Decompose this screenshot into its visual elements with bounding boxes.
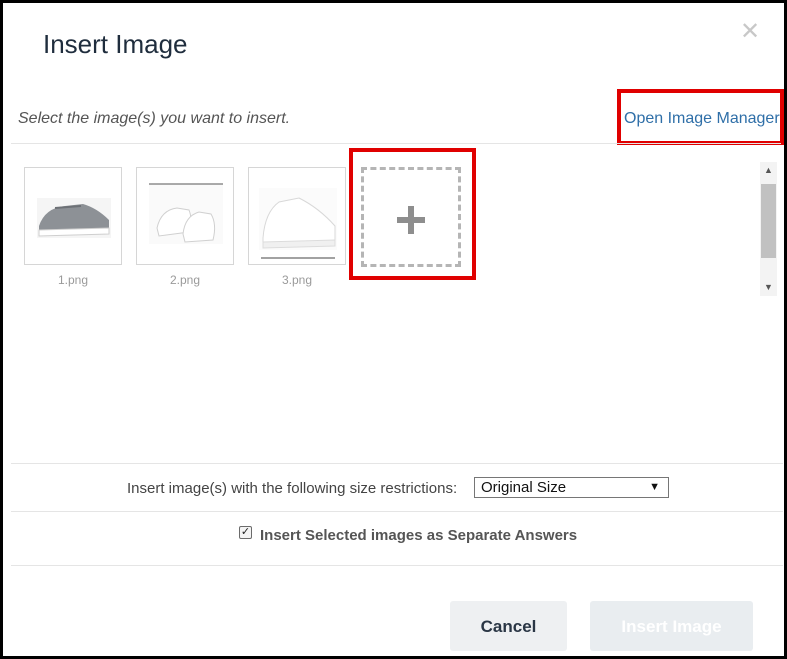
insert-image-button[interactable]: Insert Image	[590, 601, 753, 651]
image-thumbnail-3-label: 3.png	[281, 273, 313, 287]
image-thumbnail-1-label: 1.png	[57, 273, 89, 287]
size-selected-value: Original Size	[481, 479, 567, 496]
image-thumbnail-2[interactable]	[136, 167, 234, 265]
separate-answers-label: Insert Selected images as Separate Answe…	[260, 527, 578, 544]
gray-sneaker-image	[37, 198, 111, 238]
white-sneaker-image	[259, 188, 337, 259]
scroll-down-icon[interactable]: ▼	[760, 279, 777, 296]
size-restriction-label: Insert image(s) with the following size …	[127, 480, 458, 497]
divider-footer	[11, 565, 783, 566]
separate-answers-checkbox[interactable]: ✓	[239, 526, 252, 539]
divider-size-top	[11, 463, 783, 464]
scroll-thumb[interactable]	[761, 184, 776, 258]
dropdown-arrow-icon: ▼	[649, 481, 660, 493]
highlight-box-manager	[617, 89, 784, 145]
scroll-up-icon[interactable]: ▲	[760, 162, 777, 179]
divider-size-bottom	[11, 511, 783, 512]
image-thumbnail-1[interactable]	[24, 167, 122, 265]
dialog-title: Insert Image	[43, 29, 188, 59]
divider-top	[11, 143, 781, 144]
instruction-text: Select the image(s) you want to insert.	[18, 110, 291, 127]
cancel-button[interactable]: Cancel	[450, 601, 567, 651]
image-list-scrollbar[interactable]: ▲ ▼	[760, 162, 777, 296]
add-image-button[interactable]	[361, 167, 461, 267]
insert-image-dialog: Insert Image ✕ Select the image(s) you w…	[0, 0, 787, 659]
size-restriction-select[interactable]: Original Size ▼	[474, 477, 669, 498]
white-sneakers-image	[149, 183, 223, 244]
image-thumbnail-2-label: 2.png	[169, 273, 201, 287]
close-icon[interactable]: ✕	[740, 20, 760, 44]
image-thumbnail-3[interactable]	[248, 167, 346, 265]
